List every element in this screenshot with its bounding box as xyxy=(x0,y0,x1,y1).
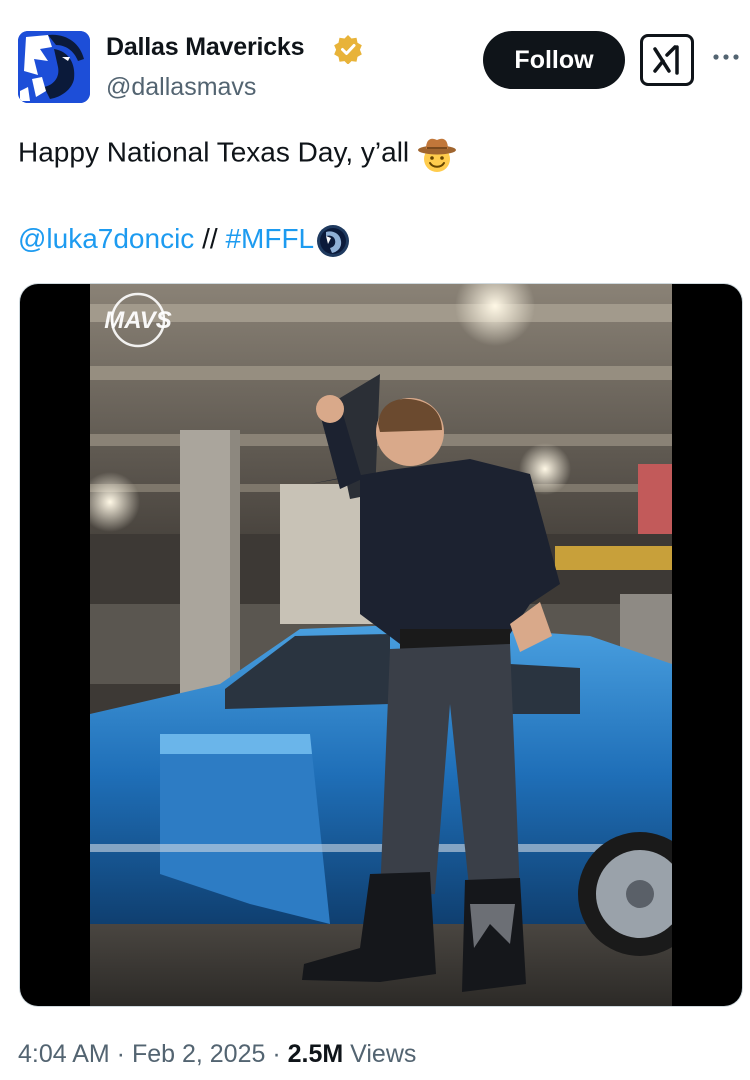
more-dots-icon xyxy=(713,54,739,60)
tweet-links-line: @luka7doncic // #MFFL xyxy=(18,221,350,258)
mention-link[interactable]: @luka7doncic xyxy=(18,223,194,254)
tweet-video[interactable]: MAVS xyxy=(20,284,742,1006)
avatar[interactable] xyxy=(18,31,90,103)
grok-button[interactable] xyxy=(640,34,694,86)
metadata-separator: · xyxy=(265,1040,288,1068)
views-label: Views xyxy=(343,1040,417,1068)
tweet-text-content: Happy National Texas Day, y’all xyxy=(18,136,410,168)
tweet-metadata: 4:04 AM · Feb 2, 2025 · 2.5M Views xyxy=(18,1040,416,1069)
metadata-separator: · xyxy=(109,1040,132,1068)
hashtag-link[interactable]: #MFFL xyxy=(225,223,314,254)
tweet-header: Dallas Mavericks @dallasmavs Follow xyxy=(0,0,750,120)
author-handle[interactable]: @dallasmavs xyxy=(106,73,256,102)
separator-text: // xyxy=(194,223,226,254)
verified-badge-icon[interactable] xyxy=(333,34,363,64)
mavericks-horse-logo-icon xyxy=(18,31,90,103)
follow-button[interactable]: Follow xyxy=(483,31,625,89)
mavericks-hashflag-icon xyxy=(317,224,350,257)
tweet-date[interactable]: Feb 2, 2025 xyxy=(132,1040,265,1068)
author-display-name[interactable]: Dallas Mavericks xyxy=(106,33,305,62)
tweet-time[interactable]: 4:04 AM xyxy=(18,1040,110,1068)
tweet-text: Happy National Texas Day, y’all xyxy=(18,134,457,174)
grok-icon xyxy=(653,45,679,75)
mavs-watermark: MAVS xyxy=(104,307,172,334)
views-count: 2.5M xyxy=(287,1040,344,1068)
more-options-button[interactable] xyxy=(706,36,746,76)
video-frame: MAVS xyxy=(90,284,672,1006)
cowboy-hat-face-emoji-icon xyxy=(418,138,457,172)
